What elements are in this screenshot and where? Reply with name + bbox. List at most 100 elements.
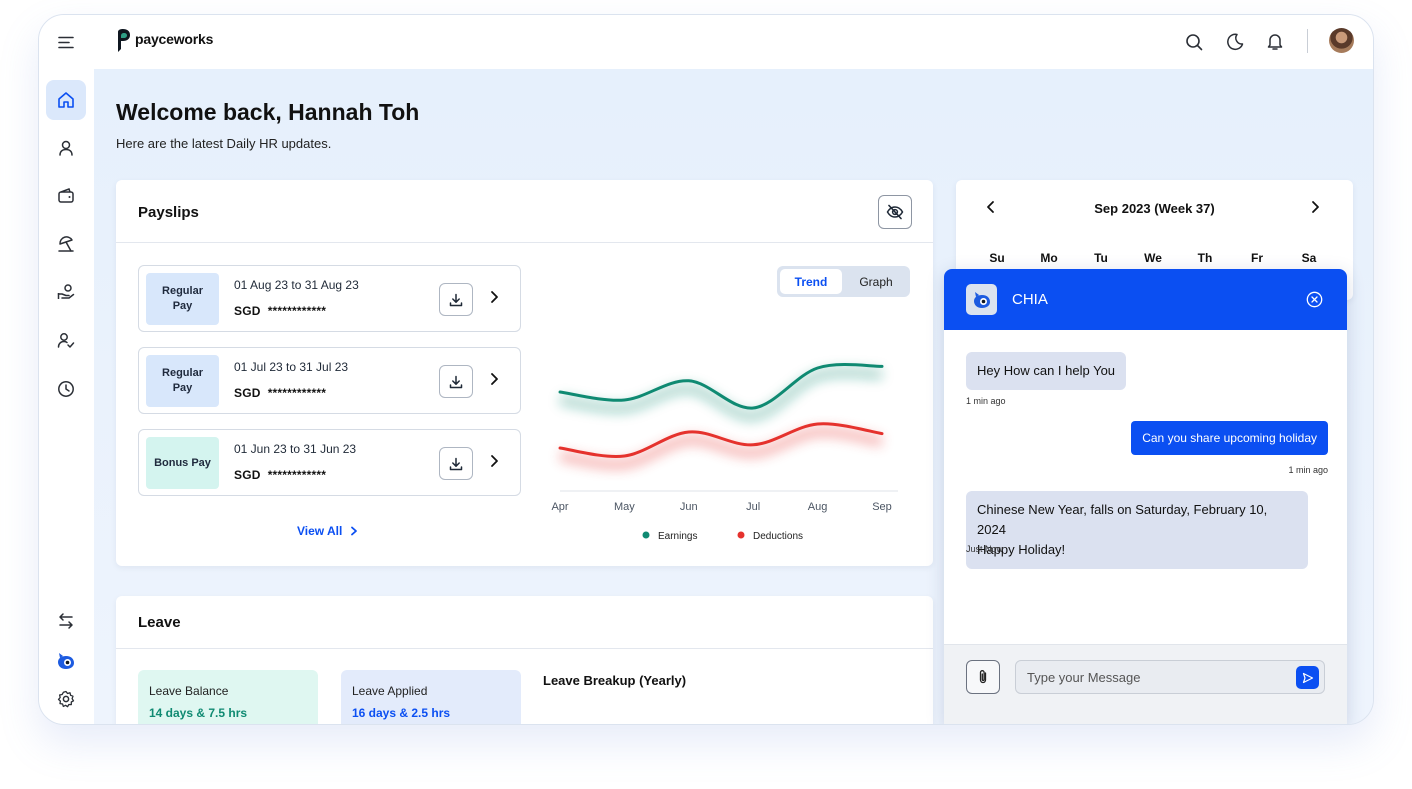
payslips-title: Payslips	[138, 204, 199, 221]
page-subtitle: Here are the latest Daily HR updates.	[116, 136, 332, 151]
message-time: 1 min ago	[966, 396, 1006, 406]
chevron-right-icon[interactable]	[489, 454, 499, 473]
payslip-row[interactable]: Regular Pay 01 Jul 23 to 31 Jul 23 SGD *…	[138, 347, 521, 414]
x-tick-label: Jun	[680, 501, 698, 513]
close-chat-button[interactable]	[1306, 291, 1323, 313]
chat-composer: Type your Message	[944, 644, 1347, 724]
next-week-button[interactable]	[1310, 200, 1320, 219]
bot-message-line: Happy Holiday!	[977, 542, 1066, 557]
pay-amount: SGD ************	[234, 468, 327, 482]
sidebar-item-attendance[interactable]	[46, 369, 86, 409]
attach-button[interactable]	[966, 660, 1000, 694]
download-button[interactable]	[439, 283, 473, 316]
avatar[interactable]	[1329, 28, 1354, 53]
sidebar-item-profile[interactable]	[46, 128, 86, 168]
eye-off-icon	[886, 204, 904, 220]
sidebar-item-settings[interactable]	[46, 679, 86, 719]
header-divider	[1307, 29, 1308, 53]
leave-breakup-title: Leave Breakup (Yearly)	[543, 673, 687, 688]
swap-icon	[59, 613, 73, 629]
send-button[interactable]	[1296, 666, 1319, 689]
bell-icon[interactable]	[1265, 31, 1285, 52]
sidebar-item-chia[interactable]	[46, 641, 86, 681]
umbrella-icon	[58, 236, 74, 252]
leave-applied-tile[interactable]: Leave Applied 16 days & 2.5 hrs	[341, 670, 521, 724]
send-icon	[1302, 672, 1313, 683]
close-icon	[1306, 291, 1323, 308]
legend-label-deductions: Deductions	[753, 531, 803, 542]
pay-period: 01 Jun 23 to 31 Jun 23	[234, 442, 357, 456]
chat-header: CHIA	[944, 269, 1347, 330]
logo-icon	[115, 28, 131, 52]
tab-graph[interactable]: Graph	[845, 269, 907, 294]
sidebar-item-home[interactable]	[46, 80, 86, 120]
view-all-link[interactable]: View All	[297, 524, 358, 538]
sidebar-item-wallet[interactable]	[46, 176, 86, 216]
message-input[interactable]: Type your Message	[1015, 660, 1325, 694]
trend-chart: Apr May Jun Jul Aug Sep Earnings Deductions	[551, 363, 898, 542]
pay-period: 01 Aug 23 to 31 Aug 23	[234, 278, 359, 292]
calendar-title: Sep 2023 (Week 37)	[1094, 201, 1215, 216]
download-button[interactable]	[439, 447, 473, 480]
bot-message: Hey How can I help You	[966, 352, 1127, 390]
card-divider	[116, 242, 933, 243]
brand-name: payceworks	[135, 31, 214, 47]
chia-avatar	[966, 284, 997, 315]
weekday-label: Sa	[1301, 251, 1317, 265]
chevron-right-icon	[1312, 201, 1319, 213]
wallet-icon	[58, 188, 74, 203]
chevron-right-icon[interactable]	[489, 290, 499, 309]
gear-icon	[57, 690, 75, 708]
chia-bot-icon	[58, 653, 74, 669]
leave-card: Leave Leave Balance 14 days & 7.5 hrs Le…	[116, 596, 933, 724]
clock-icon	[58, 381, 74, 397]
leave-title: Leave	[138, 614, 181, 631]
sidebar	[39, 69, 94, 724]
pay-amount: SGD ************	[234, 386, 327, 400]
card-divider	[116, 648, 933, 649]
x-tick-label: Sep	[872, 501, 892, 513]
home-icon	[58, 92, 74, 108]
download-icon	[449, 375, 463, 388]
payslip-row[interactable]: Bonus Pay 01 Jun 23 to 31 Jun 23 SGD ***…	[138, 429, 521, 496]
message-time: 1 min ago	[1288, 465, 1328, 475]
download-button[interactable]	[439, 365, 473, 398]
weekday-label: Su	[989, 251, 1005, 265]
hide-amounts-button[interactable]	[878, 195, 912, 229]
sidebar-item-switch[interactable]	[46, 601, 86, 641]
x-tick-label: May	[614, 501, 635, 513]
x-tick-label: Aug	[808, 501, 828, 513]
leave-applied-label: Leave Applied	[352, 684, 428, 698]
weekday-label: Th	[1197, 251, 1213, 265]
search-icon[interactable]	[1184, 32, 1204, 52]
download-icon	[449, 457, 463, 470]
sidebar-item-approvals[interactable]	[46, 320, 86, 360]
pay-amount: SGD ************	[234, 304, 327, 318]
page-title: Welcome back, Hannah Toh	[116, 99, 420, 125]
user-message: Can you share upcoming holiday	[1131, 421, 1328, 455]
sidebar-item-leave[interactable]	[46, 224, 86, 264]
bot-message-line: Chinese New Year, falls on Saturday, Feb…	[977, 502, 1268, 537]
x-tick-label: Apr	[551, 501, 568, 513]
legend-dot-deductions	[737, 531, 745, 539]
legend-dot-earnings	[642, 531, 650, 539]
paperclip-icon	[979, 670, 987, 684]
chat-title: CHIA	[1012, 291, 1048, 308]
top-bar: payceworks	[39, 15, 1373, 69]
chevron-right-icon	[351, 526, 358, 536]
menu-icon[interactable]	[57, 35, 75, 49]
weekday-label: We	[1144, 251, 1162, 265]
weekday-label: Fr	[1251, 251, 1263, 265]
chevron-right-icon[interactable]	[489, 372, 499, 391]
weekday-label: Tu	[1094, 251, 1108, 265]
leave-balance-tile[interactable]: Leave Balance 14 days & 7.5 hrs	[138, 670, 318, 724]
payslip-row[interactable]: Regular Pay 01 Aug 23 to 31 Aug 23 SGD *…	[138, 265, 521, 332]
pay-type-badge: Regular Pay	[146, 355, 219, 407]
app-window: payceworks Welcome back, Hannah Toh Here…	[38, 14, 1374, 725]
moon-icon[interactable]	[1225, 32, 1245, 52]
pay-type-badge: Bonus Pay	[146, 437, 219, 489]
message-time: Just Now	[966, 544, 1004, 554]
sidebar-item-benefits[interactable]	[46, 272, 86, 312]
tab-trend[interactable]: Trend	[780, 269, 842, 294]
x-tick-label: Jul	[746, 501, 760, 513]
